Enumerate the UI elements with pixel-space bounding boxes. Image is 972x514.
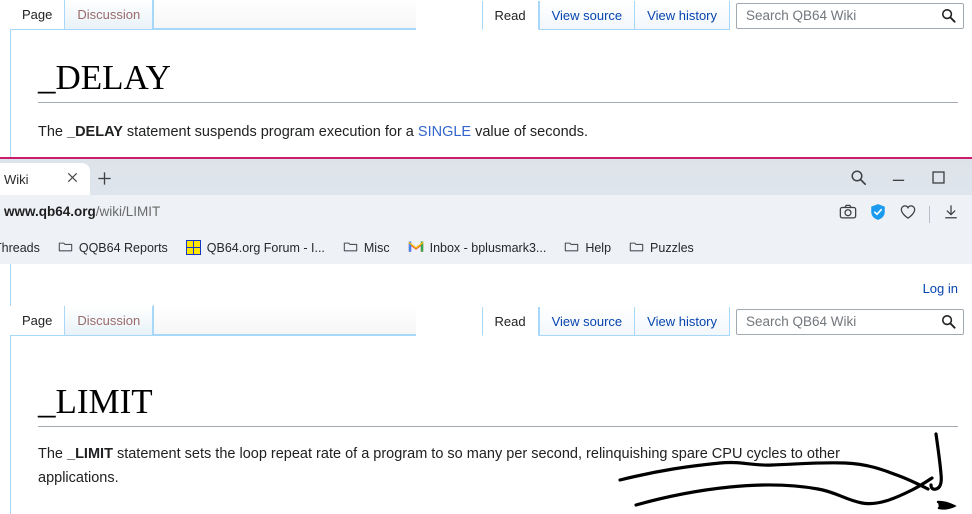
tab-page-top[interactable]: Page bbox=[10, 0, 65, 29]
tab-page-bottom[interactable]: Page bbox=[10, 306, 65, 335]
bookmark-label: Help bbox=[585, 240, 612, 255]
bookmark-misc[interactable]: Misc bbox=[337, 236, 396, 260]
wiki-page-delay: Page Discussion Read View source View hi… bbox=[0, 0, 972, 157]
link-single[interactable]: SINGLE bbox=[418, 124, 471, 140]
tabbar-filler-top bbox=[153, 0, 417, 29]
new-tab-button[interactable] bbox=[96, 170, 113, 192]
close-icon[interactable] bbox=[65, 170, 80, 190]
favorites-heart-icon[interactable] bbox=[899, 203, 917, 226]
bookmark-inbox-gmail[interactable]: Inbox - bplusmark3... bbox=[402, 237, 553, 259]
icon-divider bbox=[929, 206, 930, 223]
address-bar[interactable]: www.qb64.org/wiki/LIMIT bbox=[0, 195, 972, 231]
url-domain: www.qb64.org bbox=[4, 204, 96, 219]
minimize-icon[interactable] bbox=[890, 169, 907, 191]
url-text[interactable]: www.qb64.org/wiki/LIMIT bbox=[4, 204, 160, 219]
wiki-search-box-bottom[interactable]: Search QB64 Wiki bbox=[736, 309, 964, 335]
keyword-delay: _DELAY bbox=[67, 124, 123, 140]
bookmark-qqb64-reports[interactable]: QQB64 Reports bbox=[52, 236, 174, 260]
folder-icon bbox=[58, 239, 73, 257]
maximize-icon[interactable] bbox=[930, 169, 947, 191]
bookmark-label: Puzzles bbox=[650, 240, 694, 255]
keyword-limit: _LIMIT bbox=[67, 446, 113, 462]
bookmark-label: QB64.org Forum - I... bbox=[206, 240, 325, 255]
tab-view-history-top[interactable]: View history bbox=[634, 1, 730, 30]
browser-window: Wiki www.qb64.org/wiki/LIMIT hreads QQB6… bbox=[0, 157, 972, 264]
browser-tab-wiki[interactable]: Wiki bbox=[0, 163, 90, 195]
bookmark-qb64-forum[interactable]: QB64.org Forum - I... bbox=[180, 237, 331, 258]
page-title-delay: _DELAY bbox=[38, 58, 171, 97]
search-icon[interactable] bbox=[941, 314, 956, 334]
intro-paragraph-delay: The _DELAY statement suspends program ex… bbox=[38, 120, 948, 144]
tab-read-bottom[interactable]: Read bbox=[481, 307, 539, 336]
browser-tab-title: Wiki bbox=[4, 171, 29, 187]
qb64-favicon bbox=[185, 240, 201, 255]
bookmark-label: Misc bbox=[363, 240, 390, 255]
paragraph-after: statement sets the loop repeat rate of a… bbox=[38, 446, 840, 486]
tabbar-filler-bottom bbox=[153, 305, 417, 335]
verified-shield-icon[interactable] bbox=[869, 203, 887, 226]
screenshot-camera-icon[interactable] bbox=[839, 203, 857, 226]
address-bar-icons bbox=[839, 203, 960, 226]
paragraph-after: value of seconds. bbox=[471, 124, 588, 140]
wiki-tab-bar-top: Page Discussion Read View source View hi… bbox=[10, 0, 972, 30]
view-tabs-bottom: Read View source View history Search QB6… bbox=[481, 306, 972, 336]
namespace-tabs-bottom: Page Discussion bbox=[10, 305, 417, 336]
page-title-limit: _LIMIT bbox=[38, 382, 153, 421]
bookmark-label: Inbox - bplusmark3... bbox=[429, 240, 547, 255]
title-underline-top bbox=[38, 102, 958, 103]
tab-view-source-top[interactable]: View source bbox=[538, 1, 635, 30]
bookmark-label: QQB64 Reports bbox=[78, 240, 168, 255]
bookmark-label: Threads bbox=[0, 240, 40, 255]
search-input-bottom[interactable]: Search QB64 Wiki bbox=[746, 310, 856, 334]
folder-icon bbox=[564, 239, 579, 257]
browser-tab-strip: Wiki bbox=[0, 159, 972, 195]
title-underline-bottom bbox=[38, 426, 958, 427]
tab-discussion-top[interactable]: Discussion bbox=[64, 0, 154, 29]
tab-view-source-bottom[interactable]: View source bbox=[538, 307, 635, 336]
wiki-search-box-top[interactable]: Search QB64 Wiki bbox=[736, 3, 964, 29]
paragraph-middle: statement suspends program execution for… bbox=[122, 124, 418, 140]
view-tabs-top: Read View source View history Search QB6… bbox=[481, 0, 972, 30]
downloads-icon[interactable] bbox=[942, 203, 960, 226]
tab-discussion-bottom[interactable]: Discussion bbox=[64, 306, 154, 335]
wiki-page-limit: Log in Page Discussion Read View source … bbox=[0, 264, 972, 514]
gmail-icon bbox=[408, 240, 424, 256]
bookmark-threads[interactable]: Threads bbox=[0, 238, 46, 258]
window-search-icon[interactable] bbox=[850, 169, 867, 191]
namespace-tabs-top: Page Discussion bbox=[10, 0, 417, 30]
paragraph-before: The bbox=[38, 446, 68, 462]
tab-view-history-bottom[interactable]: View history bbox=[634, 307, 730, 336]
bookmarks-bar: Threads QQB64 Reports QB64.org Forum - I… bbox=[0, 231, 972, 264]
url-path: /wiki/LIMIT bbox=[95, 204, 161, 219]
intro-paragraph-limit: The _LIMIT statement sets the loop repea… bbox=[38, 442, 900, 490]
search-icon[interactable] bbox=[941, 8, 956, 28]
search-input-top[interactable]: Search QB64 Wiki bbox=[746, 4, 856, 28]
bookmark-help[interactable]: Help bbox=[558, 236, 617, 260]
paragraph-before: The bbox=[38, 124, 68, 140]
folder-icon bbox=[629, 239, 644, 257]
folder-icon bbox=[343, 239, 358, 257]
content-left-border bbox=[10, 264, 11, 514]
wiki-tab-bar-bottom: Page Discussion Read View source View hi… bbox=[10, 305, 972, 336]
bookmark-puzzles[interactable]: Puzzles bbox=[623, 236, 700, 260]
login-link[interactable]: Log in bbox=[923, 281, 958, 296]
tab-read-top[interactable]: Read bbox=[481, 1, 539, 30]
